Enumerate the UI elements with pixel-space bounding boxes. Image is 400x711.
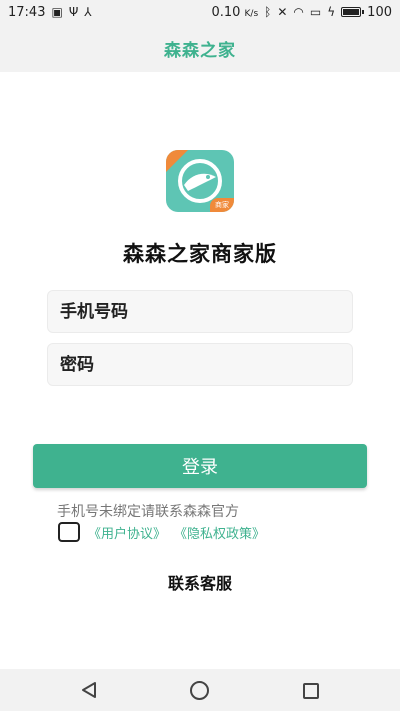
agreement-row: 《用户协议》 《隐私权政策》 <box>58 522 273 542</box>
sim-icon: ▭ <box>309 5 322 19</box>
recent-apps-icon[interactable] <box>303 683 319 699</box>
status-left: 17:43 ▣ Ψ ⅄ <box>8 5 92 20</box>
home-icon[interactable] <box>190 681 209 700</box>
phone-input[interactable] <box>47 290 353 333</box>
battery-icon <box>341 7 365 17</box>
back-icon[interactable] <box>80 681 98 699</box>
app-header: 森森之家 <box>0 24 400 72</box>
app-title: 森森之家 <box>164 40 236 61</box>
charging-icon: ϟ <box>327 5 336 19</box>
wifi-icon: ◠ <box>293 5 304 19</box>
login-button[interactable]: 登录 <box>33 444 367 488</box>
image-icon: ▣ <box>51 5 63 19</box>
app-logo: 商家 <box>166 150 234 212</box>
bluetooth-icon: ᛒ <box>264 5 272 19</box>
network-speed: 0.10 K/s <box>211 4 259 20</box>
status-time: 17:43 <box>8 4 46 20</box>
privacy-policy-link[interactable]: 《隐私权政策》 <box>174 523 265 542</box>
binding-hint: 手机号未绑定请联系森森官方 <box>57 504 239 520</box>
usb-icon: Ψ <box>68 5 79 19</box>
mute-icon: ✕ <box>277 5 288 19</box>
battery-fill <box>343 9 360 15</box>
navigation-bar <box>0 669 400 711</box>
user-agreement-link[interactable]: 《用户协议》 <box>88 523 166 542</box>
contact-service-link[interactable]: 联系客服 <box>0 570 400 594</box>
share-icon: ⅄ <box>84 5 92 19</box>
agreement-checkbox[interactable] <box>58 522 80 542</box>
status-right: 0.10 K/s ᛒ ✕ ◠ ▭ ϟ 100 <box>211 5 392 20</box>
logo-badge: 商家 <box>210 198 234 212</box>
brand-title: 森森之家商家版 <box>123 242 277 266</box>
password-input[interactable] <box>47 343 353 386</box>
status-bar: 17:43 ▣ Ψ ⅄ 0.10 K/s ᛒ ✕ ◠ ▭ ϟ 100 <box>0 0 400 24</box>
battery-level: 100 <box>367 4 392 20</box>
